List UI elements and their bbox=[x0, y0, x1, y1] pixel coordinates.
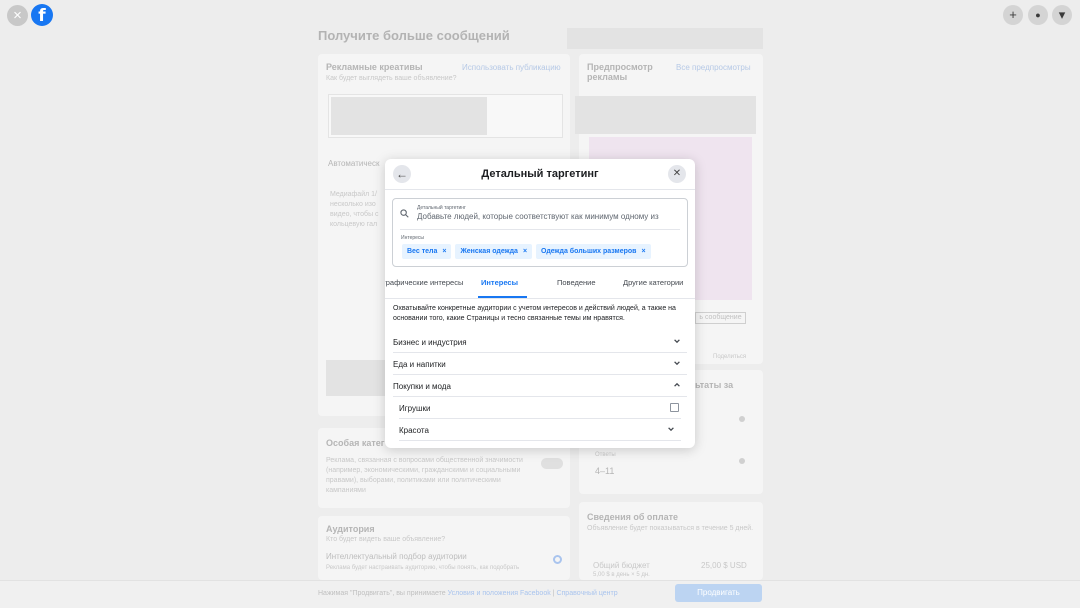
budget-value: 25,00 $ USD bbox=[701, 561, 747, 570]
special-category-title: Особая катег bbox=[326, 438, 385, 448]
search-input[interactable]: Добавьте людей, которые соответствуют ка… bbox=[417, 212, 683, 221]
modal-title: Детальный таргетинг bbox=[481, 168, 599, 180]
footer-text: Нажимая "Продвигать", вы принимаете Усло… bbox=[318, 590, 618, 597]
audience-panel: Аудитория Кто будет видеть ваше объявлен… bbox=[318, 516, 570, 580]
bottom-bar: Нажимая "Продвигать", вы принимаете Усло… bbox=[0, 580, 1080, 608]
media-slot bbox=[326, 360, 386, 396]
category-shopping[interactable]: Покупки и мода bbox=[393, 375, 687, 397]
targeting-tabs: графические интересы Интересы Поведение … bbox=[385, 269, 695, 299]
answers-value: 4–11 bbox=[595, 466, 615, 476]
audience-title: Аудитория bbox=[326, 524, 375, 534]
category-business[interactable]: Бизнес и индустрия bbox=[393, 331, 687, 353]
share-label: Поделиться bbox=[713, 354, 747, 360]
media-text-line: кольцевую гал bbox=[330, 221, 378, 228]
tab-demographics[interactable]: графические интересы bbox=[385, 278, 463, 287]
facebook-logo: f bbox=[31, 4, 53, 26]
answers-label: Ответы bbox=[595, 452, 616, 458]
chevron-up-icon bbox=[674, 382, 680, 387]
footer-prefix: Нажимая "Продвигать", вы принимаете bbox=[318, 590, 446, 597]
promote-button[interactable]: Продвигать bbox=[675, 584, 762, 602]
chevron-down-icon bbox=[668, 427, 674, 432]
subcategory-toys[interactable]: Игрушки bbox=[399, 397, 681, 419]
help-center-link[interactable]: Справочный центр bbox=[556, 590, 617, 597]
automatic-label: Автоматическ bbox=[328, 159, 380, 168]
chevron-down-icon bbox=[674, 361, 680, 366]
bell-icon[interactable]: ● bbox=[1028, 5, 1048, 25]
preview-header-placeholder bbox=[575, 96, 756, 134]
page-title: Получите больше сообщений bbox=[318, 28, 510, 43]
interest-chip[interactable]: Женская одежда × bbox=[455, 244, 533, 259]
chip-label: Женская одежда bbox=[460, 248, 518, 255]
chevron-down-icon bbox=[674, 339, 680, 344]
subcategory-beauty[interactable]: Красота bbox=[399, 419, 681, 441]
detailed-targeting-modal: ← Детальный таргетинг ✕ Детальный таргет… bbox=[385, 159, 695, 448]
send-message-button[interactable]: ь сообщение bbox=[695, 312, 746, 324]
targeting-search-box[interactable]: Детальный таргетинг Добавьте людей, кото… bbox=[392, 198, 688, 267]
media-text-line: Медиафайл 1/ bbox=[330, 191, 377, 198]
media-text-line: несколько изо bbox=[330, 201, 376, 208]
close-icon[interactable]: ✕ bbox=[668, 165, 686, 183]
category-label: Еда и напитки bbox=[393, 360, 446, 369]
remove-chip-icon[interactable]: × bbox=[442, 248, 446, 255]
remove-chip-icon[interactable]: × bbox=[641, 248, 645, 255]
payment-title: Сведения об оплате bbox=[587, 512, 678, 522]
chip-label: Одежда больших размеров bbox=[541, 248, 637, 255]
close-icon[interactable]: × bbox=[7, 5, 28, 26]
chip-label: Вес тела bbox=[407, 248, 438, 255]
smart-audience-radio[interactable] bbox=[553, 555, 562, 564]
tab-other-categories[interactable]: Другие категории bbox=[623, 278, 683, 287]
active-tab-indicator bbox=[478, 296, 527, 298]
tab-behaviors[interactable]: Поведение bbox=[557, 278, 596, 287]
results-title: ьтаты за bbox=[695, 380, 734, 390]
category-label: Покупки и мода bbox=[393, 382, 451, 391]
remove-chip-icon[interactable]: × bbox=[523, 248, 527, 255]
media-text: Медиафайл 1/ несколько изо видео, чтобы … bbox=[330, 190, 379, 230]
modal-header: ← Детальный таргетинг ✕ bbox=[385, 159, 695, 190]
toys-checkbox[interactable] bbox=[670, 403, 679, 412]
subcategory-label: Игрушки bbox=[399, 404, 431, 413]
interests-description: Охватывайте конкретные аудитории с учето… bbox=[393, 305, 676, 322]
caret-down-icon[interactable]: ▾ bbox=[1052, 5, 1072, 25]
interests-label: Интересы bbox=[401, 235, 425, 241]
all-previews-link[interactable]: Все предпросмотры bbox=[676, 63, 751, 72]
search-icon bbox=[400, 209, 409, 218]
smart-audience-sub: Реклама будет настраивать аудиторию, что… bbox=[326, 565, 520, 571]
subcategory-label: Красота bbox=[399, 426, 429, 435]
top-bar: × f + ● ▾ bbox=[0, 0, 1080, 28]
footer-separator: | bbox=[552, 590, 555, 597]
creatives-subtitle: Как будет выглядеть ваше объявление? bbox=[326, 75, 457, 82]
selected-interests: Вес тела × Женская одежда × Одежда больших… bbox=[402, 244, 651, 259]
media-text-line: видео, чтобы с bbox=[330, 211, 379, 218]
interest-chip[interactable]: Вес тела × bbox=[402, 244, 452, 259]
category-food[interactable]: Еда и напитки bbox=[393, 353, 687, 375]
budget-sub: 5,00 $ в день × 5 дн. bbox=[593, 572, 650, 578]
use-post-link[interactable]: Использовать публикацию bbox=[462, 63, 561, 72]
preview-title: Предпросмотр рекламы bbox=[587, 62, 653, 82]
header-placeholder bbox=[567, 28, 763, 49]
special-category-text: Реклама, связанная с вопросами обществен… bbox=[326, 457, 523, 494]
audience-subtitle: Кто будет видеть ваше объявление? bbox=[326, 536, 446, 543]
payment-panel: Сведения об оплате Объявление будет пока… bbox=[579, 502, 763, 580]
search-label: Детальный таргетинг bbox=[417, 205, 466, 211]
media-thumb bbox=[331, 97, 487, 135]
tab-interests[interactable]: Интересы bbox=[481, 278, 518, 287]
special-category-toggle[interactable] bbox=[541, 458, 563, 469]
plus-icon[interactable]: + bbox=[1003, 5, 1023, 25]
creatives-title: Рекламные креативы bbox=[326, 62, 423, 72]
search-divider bbox=[400, 229, 680, 230]
info-dot bbox=[739, 458, 745, 464]
interest-chip[interactable]: Одежда больших размеров × bbox=[536, 244, 651, 259]
smart-audience-label: Интеллектуальный подбор аудитории bbox=[326, 552, 467, 561]
media-placeholder bbox=[328, 94, 563, 138]
category-label: Бизнес и индустрия bbox=[393, 338, 467, 347]
terms-link[interactable]: Условия и положения Facebook bbox=[448, 590, 551, 597]
info-dot bbox=[739, 416, 745, 422]
payment-subtitle: Объявление будет показываться в течение … bbox=[587, 525, 754, 532]
